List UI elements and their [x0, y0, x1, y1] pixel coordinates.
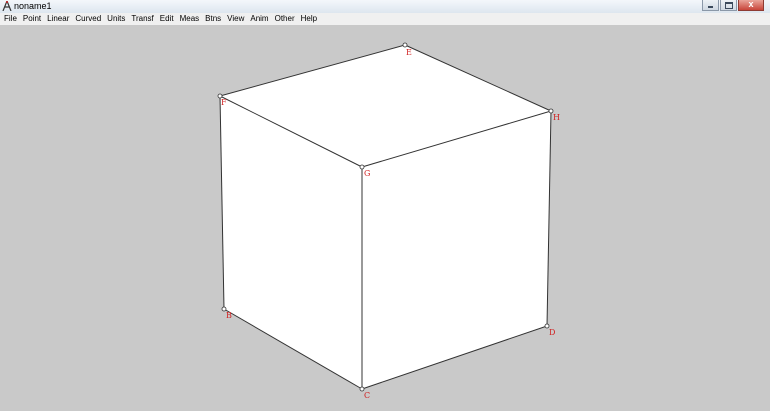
- menu-edit[interactable]: Edit: [157, 13, 177, 25]
- point-e[interactable]: [402, 42, 408, 48]
- drawing-canvas[interactable]: E F G H B C D: [0, 25, 770, 411]
- cube-figure: E F G H B C D: [217, 42, 560, 400]
- window-controls: x: [702, 0, 764, 12]
- maximize-icon: [725, 2, 733, 9]
- compass-icon: [2, 1, 12, 11]
- menu-file[interactable]: File: [0, 13, 20, 25]
- menu-bar: File Point Linear Curved Units Transf Ed…: [0, 13, 770, 25]
- menu-point[interactable]: Point: [20, 13, 44, 25]
- label-f: F: [221, 98, 227, 107]
- close-button[interactable]: x: [738, 0, 764, 11]
- menu-anim[interactable]: Anim: [247, 13, 271, 25]
- menu-btns[interactable]: Btns: [202, 13, 224, 25]
- title-bar: noname1 x: [0, 0, 770, 14]
- minimize-button[interactable]: [702, 0, 719, 11]
- menu-linear[interactable]: Linear: [44, 13, 72, 25]
- label-b: B: [226, 311, 232, 320]
- menu-meas[interactable]: Meas: [177, 13, 203, 25]
- menu-view[interactable]: View: [224, 13, 247, 25]
- label-h: H: [553, 113, 560, 122]
- label-c: C: [364, 391, 370, 400]
- menu-curved[interactable]: Curved: [72, 13, 104, 25]
- label-g: G: [364, 169, 370, 178]
- menu-other[interactable]: Other: [272, 13, 298, 25]
- menu-units[interactable]: Units: [104, 13, 128, 25]
- label-e: E: [406, 48, 412, 57]
- label-d: D: [549, 328, 555, 337]
- maximize-button[interactable]: [720, 0, 737, 11]
- window-title: noname1: [14, 1, 52, 11]
- close-icon: x: [748, 0, 754, 9]
- minimize-icon: [708, 6, 713, 8]
- menu-transf[interactable]: Transf: [128, 13, 156, 25]
- menu-help[interactable]: Help: [298, 13, 320, 25]
